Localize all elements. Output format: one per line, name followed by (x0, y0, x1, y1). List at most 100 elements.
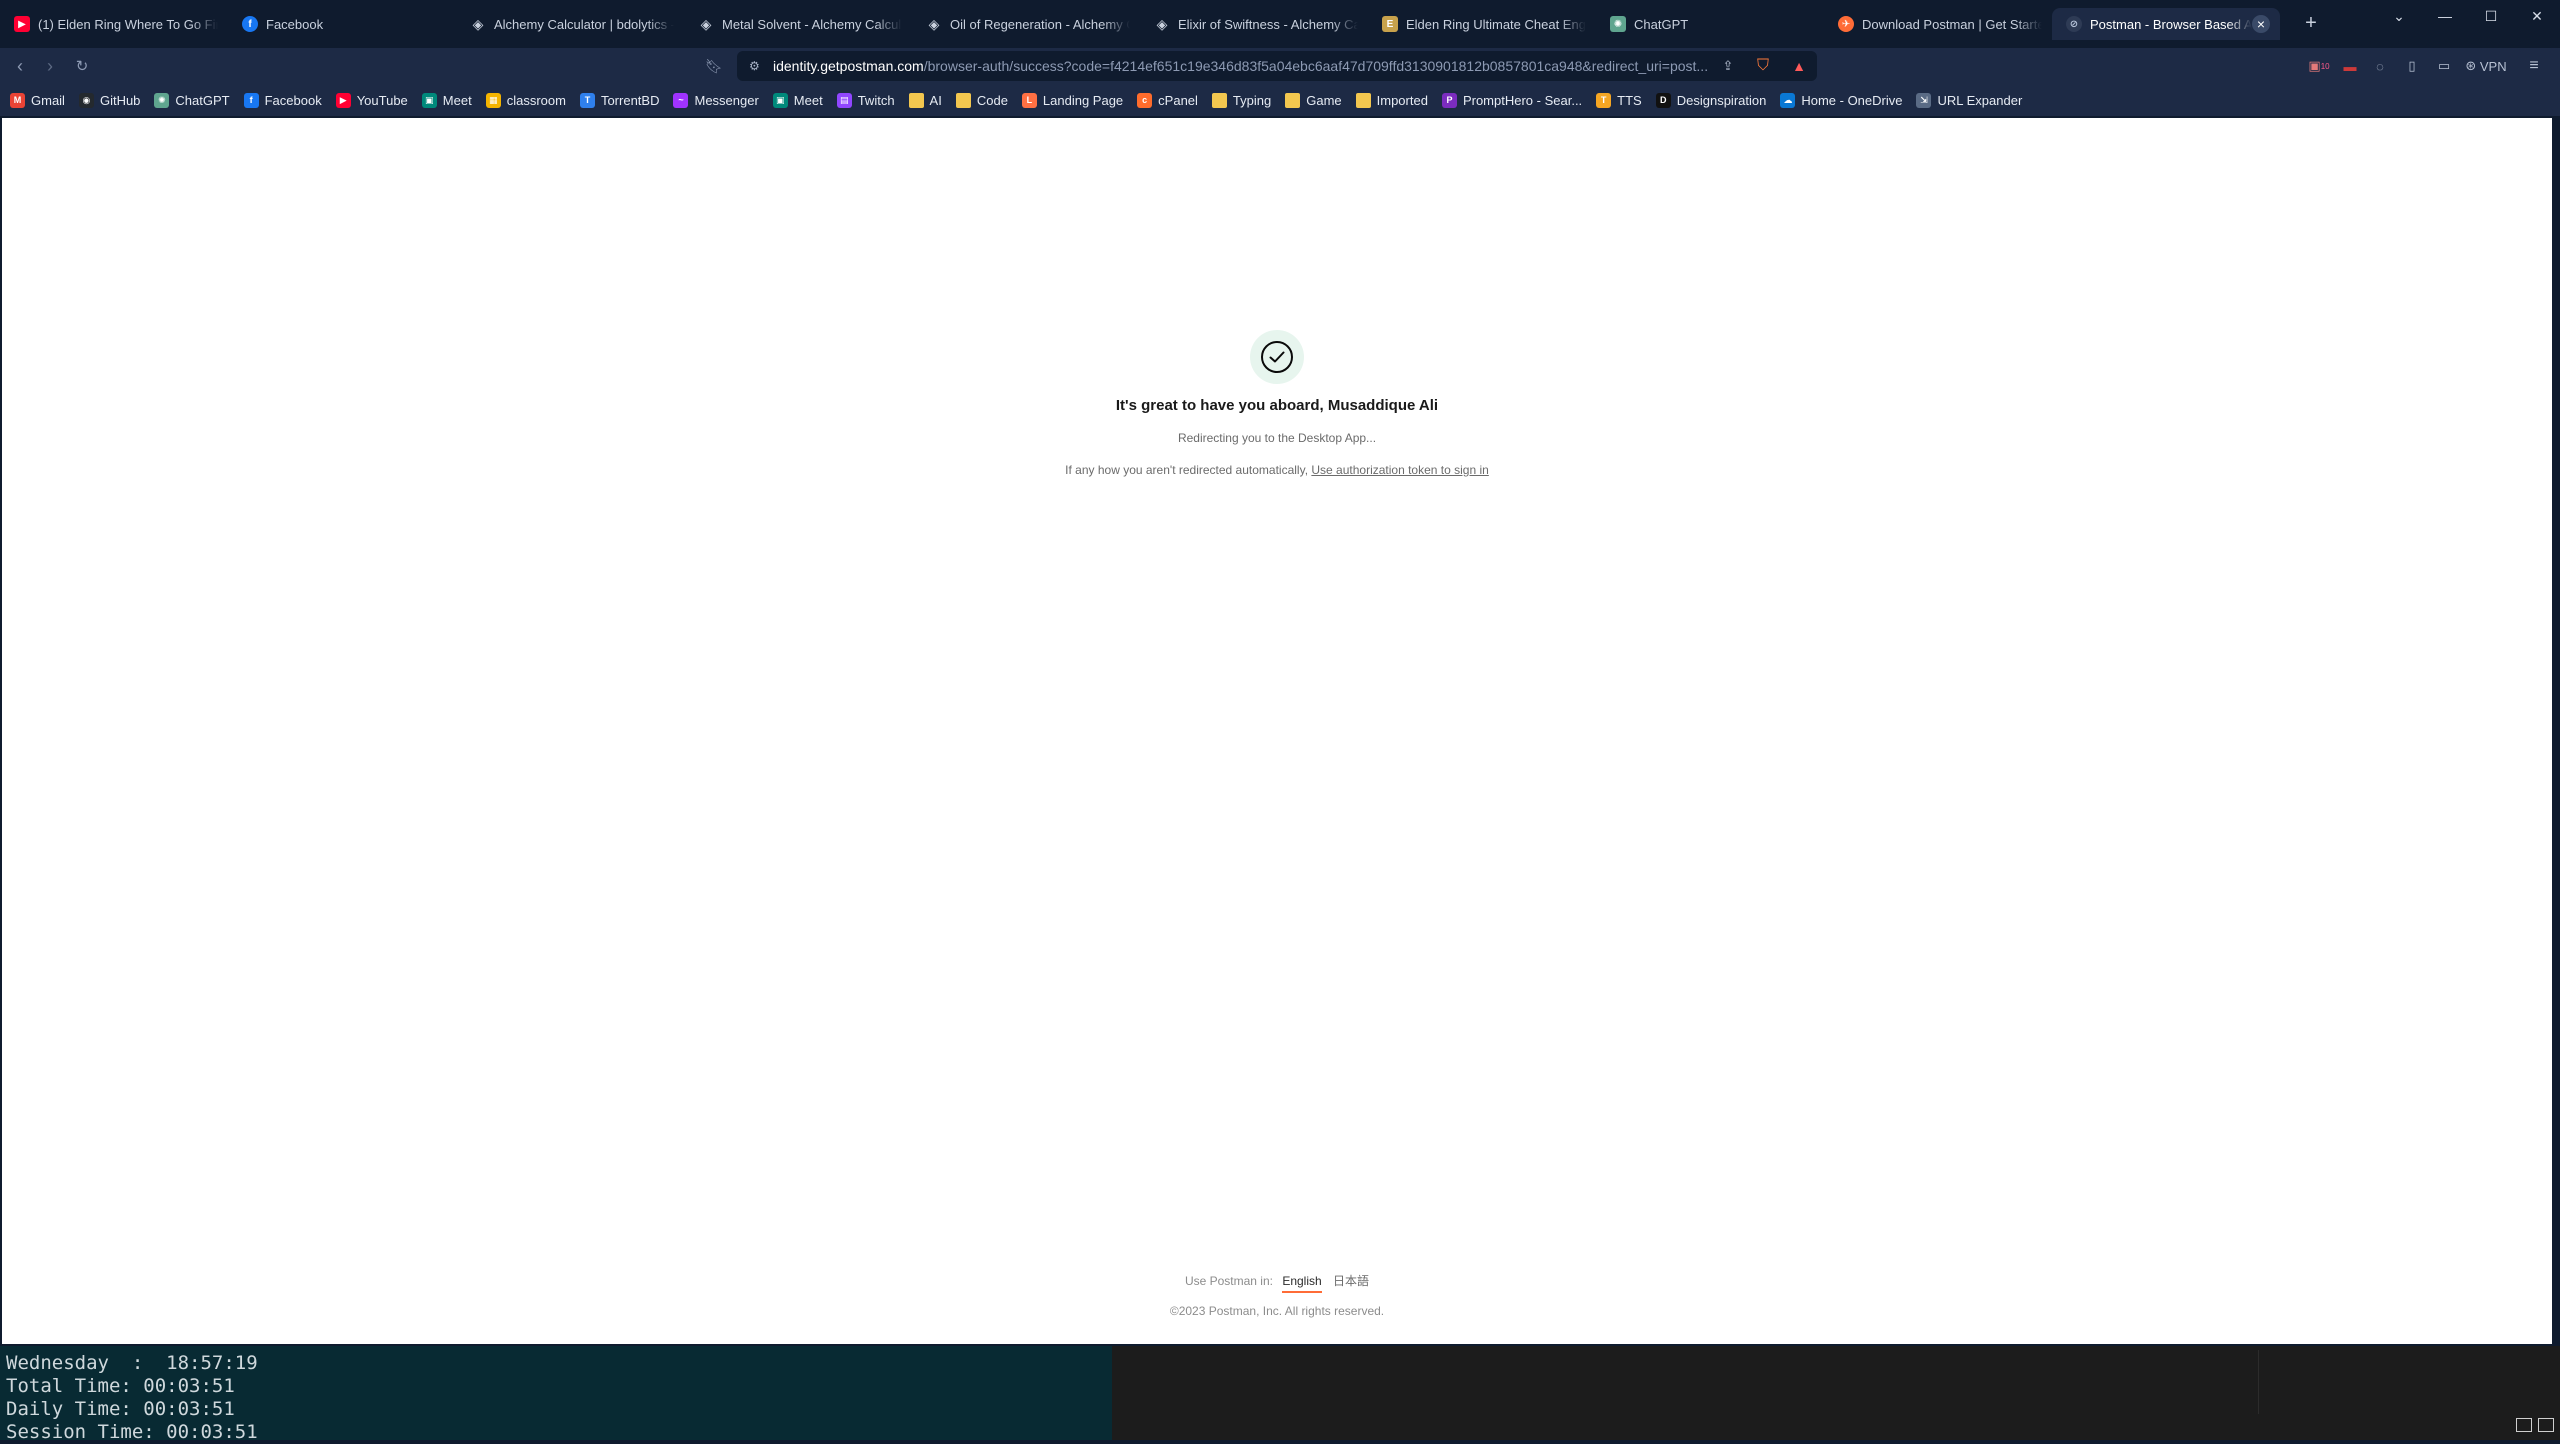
bookmark-18[interactable]: P PromptHero - Sear... (1441, 92, 1582, 108)
back-button[interactable]: ‹ (8, 54, 32, 78)
bookmark-17[interactable]: Imported (1355, 92, 1428, 108)
tab-7[interactable]: ✺ ChatGPT (1596, 8, 1824, 40)
tts-icon: T (1596, 92, 1612, 108)
fallback-text: If any how you aren't redirected automat… (1065, 463, 1309, 477)
tab-6[interactable]: E Elden Ring Ultimate Cheat Engine (1368, 8, 1596, 40)
postman-auth-page: It's great to have you aboard, Musaddiqu… (2, 118, 2552, 1344)
recorder-extension-icon[interactable]: ▬ (2340, 56, 2360, 76)
close-tab-icon[interactable]: × (2252, 15, 2270, 33)
tab-title: Facebook (266, 16, 324, 32)
reload-button[interactable]: ↻ (70, 54, 94, 78)
tab-9[interactable]: ⊘ Postman - Browser Based Auth× (2052, 8, 2280, 40)
tab-strip: ▶ (1) Elden Ring Where To Go First | Get f… (0, 0, 2560, 48)
bookmark-label: Messenger (694, 92, 759, 108)
share-icon[interactable]: ⇪ (1718, 56, 1738, 76)
bookmark-5[interactable]: ▣ Meet (421, 92, 472, 108)
bookmark-19[interactable]: T TTS (1596, 92, 1642, 108)
brave-shields-icon[interactable]: ⛉ (1752, 56, 1774, 76)
tab-title: Download Postman | Get Started fo (1862, 16, 2042, 32)
tab-8[interactable]: ✈ Download Postman | Get Started fo (1824, 8, 2052, 40)
copyright-text: ©2023 Postman, Inc. All rights reserved. (1169, 1304, 1385, 1318)
bookmark-14[interactable]: c cPanel (1137, 92, 1198, 108)
tab-search-icon[interactable]: ⌄ (2376, 0, 2422, 32)
elden-ring-icon: E (1382, 16, 1398, 32)
browser-toolbar: ‹ › ↻ 🔖︎ ⚙︎ identity.getpostman.com/brow… (0, 48, 2560, 84)
chat-icon[interactable]: ◌ (2370, 56, 2390, 76)
youtube-icon: ▶ (14, 16, 30, 32)
bookmark-6[interactable]: ▦ classroom (485, 92, 566, 108)
url-expander-icon: ⇲ (1916, 92, 1932, 108)
tab-title: Postman - Browser Based Auth (2090, 16, 2252, 32)
tab-1[interactable]: f Facebook (228, 8, 456, 40)
bookmark-10[interactable]: ▤ Twitch (836, 92, 895, 108)
tab-list: ▶ (1) Elden Ring Where To Go First | Get f… (0, 8, 2280, 40)
bookmark-0[interactable]: M Gmail (10, 92, 65, 108)
bookmark-16[interactable]: Game (1285, 92, 1342, 108)
layout-window-icon[interactable] (2538, 1418, 2554, 1432)
tab-title: Alchemy Calculator | bdolytics - Th (494, 16, 674, 32)
vpn-button[interactable]: ⊛ VPN (2465, 56, 2507, 76)
redirect-message: Redirecting you to the Desktop App... (1177, 431, 1377, 445)
bookmark-15[interactable]: Typing (1211, 92, 1271, 108)
bookmark-label: TorrentBD (600, 92, 660, 108)
chatgpt-icon: ✺ (1610, 16, 1626, 32)
bookmark-13[interactable]: L Landing Page (1021, 92, 1123, 108)
sidebar-icon[interactable]: ▯ (2402, 56, 2422, 76)
brave-rewards-icon[interactable]: ▲ (1788, 56, 1810, 76)
bookmark-21[interactable]: ☁ Home - OneDrive (1780, 92, 1902, 108)
bookmark-label: Meet (793, 92, 823, 108)
folder-icon (955, 92, 971, 108)
maximize-button[interactable]: ☐ (2468, 0, 2514, 32)
close-window-button[interactable]: ✕ (2514, 0, 2560, 32)
prompthero-icon: P (1441, 92, 1457, 108)
designspiration-icon: D (1655, 92, 1671, 108)
language-english[interactable]: English (1282, 1274, 1322, 1293)
youtube-icon: ▶ (335, 92, 351, 108)
tab-3[interactable]: ◈ Metal Solvent - Alchemy Calculato (684, 8, 912, 40)
bookmark-22[interactable]: ⇲ URL Expander (1916, 92, 2022, 108)
minimize-button[interactable]: — (2422, 0, 2468, 32)
url-host: identity.getpostman.com (773, 58, 924, 74)
bookmark-label: Facebook (264, 92, 322, 108)
bookmark-label: GitHub (99, 92, 141, 108)
welcome-heading: It's great to have you aboard, Musaddiqu… (1115, 397, 1439, 414)
pane-divider (2258, 1350, 2259, 1414)
postman-icon: ⊘ (2066, 16, 2082, 32)
layout-list-icon[interactable] (2516, 1418, 2532, 1432)
bookmark-2[interactable]: ✺ ChatGPT (154, 92, 230, 108)
bookmark-page-icon[interactable]: 🔖︎ (702, 54, 726, 78)
chatgpt-icon: ✺ (154, 92, 170, 108)
extension-icon[interactable]: ▣ 10 (2308, 56, 2330, 76)
extension-badge: 10 (2320, 61, 2330, 71)
forward-button[interactable]: › (38, 54, 62, 78)
bookmark-3[interactable]: f Facebook (243, 92, 322, 108)
bookmark-20[interactable]: D Designspiration (1655, 92, 1766, 108)
tab-0[interactable]: ▶ (1) Elden Ring Where To Go First | Get (0, 8, 228, 40)
tab-title: Elixir of Swiftness - Alchemy Calcul (1178, 16, 1358, 32)
bookmark-8[interactable]: ~ Messenger (673, 92, 759, 108)
meet-icon: ▣ (772, 92, 788, 108)
tab-5[interactable]: ◈ Elixir of Swiftness - Alchemy Calcul (1140, 8, 1368, 40)
new-tab-button[interactable]: + (2300, 12, 2322, 34)
address-bar[interactable]: ⚙︎ identity.getpostman.com/browser-auth/… (737, 51, 1817, 81)
bookmark-1[interactable]: ◉ GitHub (78, 92, 141, 108)
wallet-icon[interactable]: ▭ (2434, 56, 2454, 76)
landing-page-icon: L (1021, 92, 1037, 108)
bookmark-label: Gmail (31, 92, 65, 108)
bookmark-11[interactable]: AI (908, 92, 942, 108)
bookmark-7[interactable]: T TorrentBD (579, 92, 660, 108)
fallback-message: If any how you aren't redirected automat… (2, 463, 2552, 477)
tab-2[interactable]: ◈ Alchemy Calculator | bdolytics - Th (456, 8, 684, 40)
vpn-label: VPN (2479, 58, 2507, 74)
layout-icons (2516, 1418, 2554, 1432)
bookmark-9[interactable]: ▣ Meet (772, 92, 823, 108)
language-japanese[interactable]: 日本語 (1333, 1274, 1369, 1288)
checkmark-icon (1261, 341, 1293, 373)
site-info-icon[interactable]: ⚙︎ (749, 59, 763, 73)
bookmark-4[interactable]: ▶ YouTube (335, 92, 408, 108)
tab-4[interactable]: ◈ Oil of Regeneration - Alchemy Calc (912, 8, 1140, 40)
bookmark-12[interactable]: Code (955, 92, 1008, 108)
menu-icon[interactable]: ≡ (2524, 56, 2544, 76)
auth-token-link[interactable]: Use authorization token to sign in (1311, 463, 1488, 477)
cpanel-icon: c (1137, 92, 1153, 108)
